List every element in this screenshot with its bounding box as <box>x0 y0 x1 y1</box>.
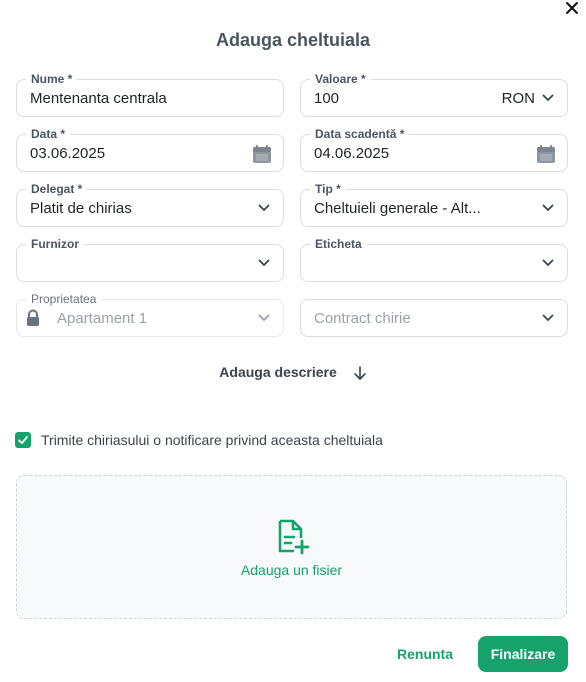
currency-select[interactable]: RON <box>502 90 535 108</box>
valoare-field[interactable]: Valoare * 100 RON <box>300 72 568 117</box>
chevron-down-icon <box>258 314 270 322</box>
add-description-button[interactable]: Adauga descriere <box>0 364 586 381</box>
delegat-label: Delegat * <box>26 182 88 196</box>
data-field[interactable]: Data * 03.06.2025 <box>16 127 284 172</box>
lock-icon <box>27 309 39 326</box>
valoare-value: 100 <box>314 90 340 107</box>
furnizor-label: Furnizor <box>26 237 84 251</box>
proprietatea-label: Proprietatea <box>26 292 102 306</box>
notify-checkbox[interactable] <box>15 432 31 448</box>
proprietatea-select: Proprietatea Apartament 1 <box>16 292 284 337</box>
tip-label: Tip * <box>310 182 346 196</box>
cancel-button[interactable]: Renunta <box>387 646 463 662</box>
file-add-icon <box>278 519 310 555</box>
tip-value: Cheltuieli generale - Alt... <box>314 200 481 217</box>
chevron-down-icon <box>258 259 270 267</box>
finish-button[interactable]: Finalizare <box>478 636 568 672</box>
data-scadenta-value: 04.06.2025 <box>314 145 390 162</box>
chevron-down-icon <box>542 204 554 212</box>
data-scadenta-field[interactable]: Data scadentă * 04.06.2025 <box>300 127 568 172</box>
file-upload-area[interactable]: Adauga un fisier <box>16 475 567 619</box>
add-description-label: Adauga descriere <box>219 364 337 380</box>
nume-label: Nume * <box>26 72 78 86</box>
arrow-down-icon <box>353 366 366 381</box>
chevron-down-icon[interactable] <box>541 93 555 103</box>
data-scadenta-label: Data scadentă * <box>310 127 410 141</box>
delegat-select[interactable]: Delegat * Platit de chirias <box>16 182 284 227</box>
check-icon <box>18 436 28 444</box>
nume-field[interactable]: Nume * Mentenanta centrala <box>16 72 284 117</box>
close-button[interactable] <box>564 0 580 16</box>
calendar-icon[interactable] <box>251 143 273 165</box>
notify-label: Trimite chiriasului o notificare privind… <box>41 432 383 448</box>
dialog-title: Adauga cheltuiala <box>215 30 371 50</box>
close-icon <box>566 2 578 14</box>
proprietatea-value: Apartament 1 <box>57 310 148 327</box>
delegat-value: Platit de chirias <box>30 200 132 217</box>
notify-row: Trimite chiriasului o notificare privind… <box>15 432 383 448</box>
upload-label: Adauga un fisier <box>240 562 343 578</box>
tip-select[interactable]: Tip * Cheltuieli generale - Alt... <box>300 182 568 227</box>
chevron-down-icon <box>542 259 554 267</box>
data-label: Data * <box>26 127 71 141</box>
contract-select[interactable]: Contract chirie <box>300 299 568 337</box>
contract-placeholder: Contract chirie <box>314 310 411 327</box>
nume-value: Mentenanta centrala <box>30 90 167 107</box>
eticheta-select[interactable]: Eticheta <box>300 237 568 282</box>
data-value: 03.06.2025 <box>30 145 106 162</box>
chevron-down-icon <box>258 204 270 212</box>
valoare-label: Valoare * <box>310 72 371 86</box>
furnizor-select[interactable]: Furnizor <box>16 237 284 282</box>
chevron-down-icon <box>542 314 554 322</box>
calendar-icon[interactable] <box>535 143 557 165</box>
eticheta-label: Eticheta <box>310 237 367 251</box>
